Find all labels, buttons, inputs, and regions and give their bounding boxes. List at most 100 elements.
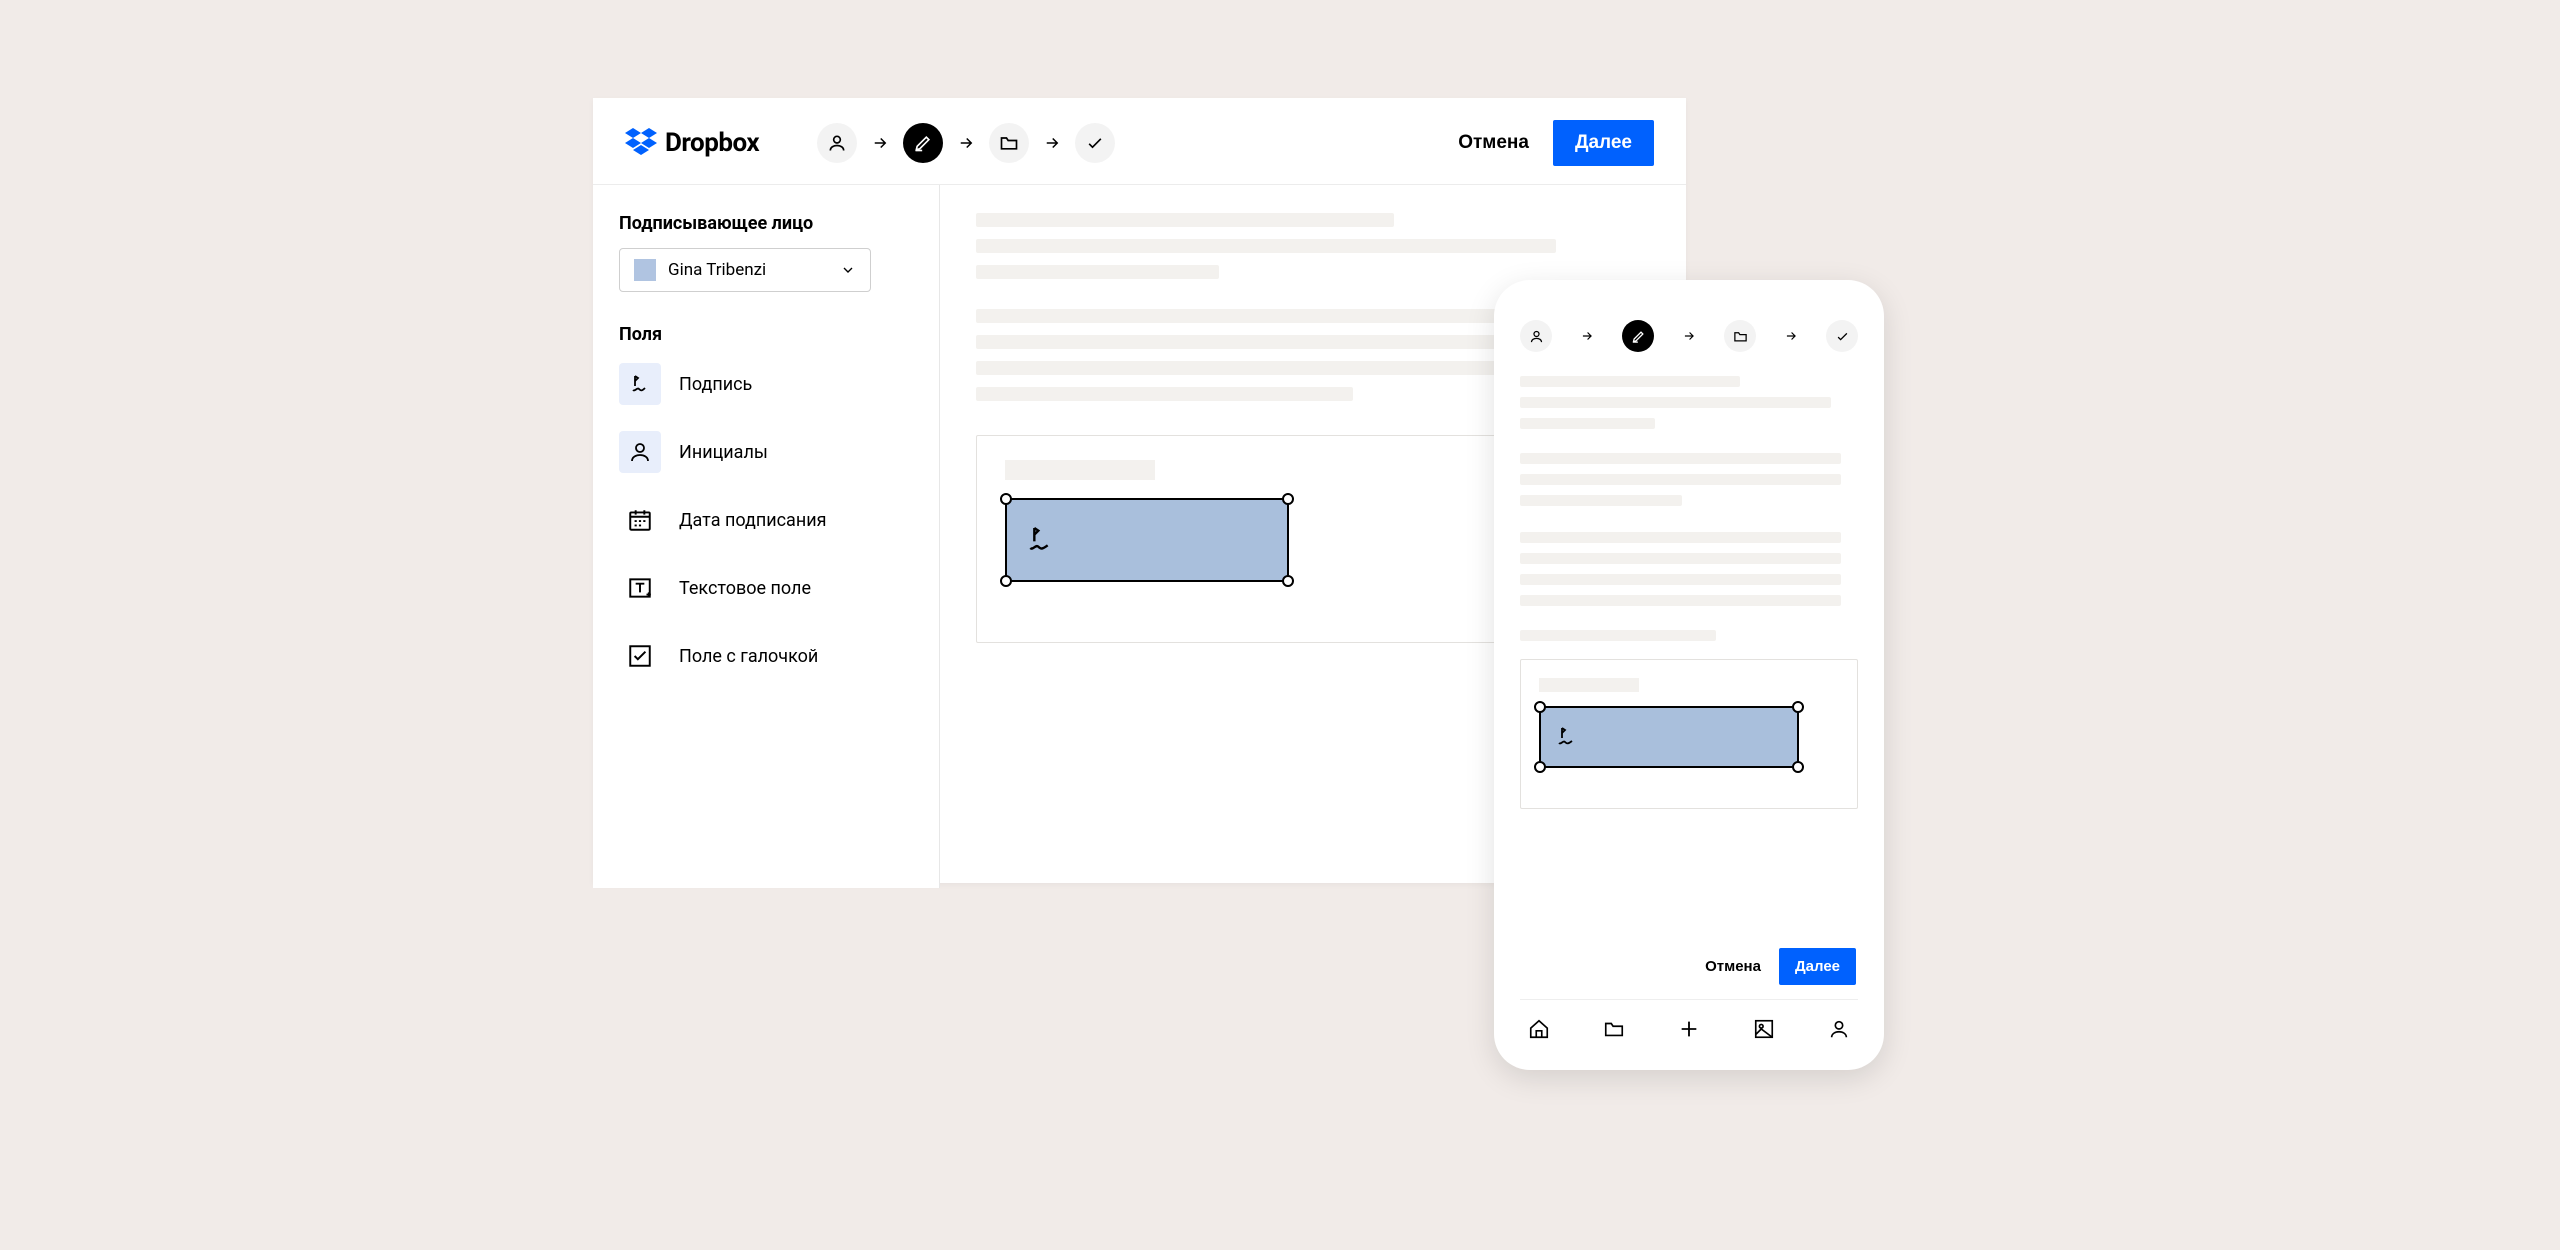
- step-save[interactable]: [1724, 320, 1756, 352]
- step-review[interactable]: [1826, 320, 1858, 352]
- text-placeholder: [976, 387, 1353, 401]
- next-button[interactable]: Далее: [1553, 120, 1654, 166]
- checkbox-icon: [619, 635, 661, 677]
- arrow-icon: [1784, 329, 1798, 343]
- folder-icon: [1603, 1018, 1625, 1040]
- initials-icon: [619, 431, 661, 473]
- arrow-icon: [957, 134, 975, 152]
- signer-name: Gina Tribenzi: [668, 260, 828, 280]
- fields-heading: Поля: [619, 324, 913, 345]
- tab-photos[interactable]: [1751, 1016, 1777, 1042]
- dropbox-icon: [625, 128, 657, 158]
- signature-field[interactable]: [1005, 498, 1289, 582]
- text-placeholder: [976, 265, 1219, 279]
- fields-list: Подпись Инициалы Дата подписания: [619, 363, 913, 677]
- next-button[interactable]: Далее: [1779, 948, 1856, 985]
- resize-handle[interactable]: [1792, 761, 1804, 773]
- plus-icon: [1678, 1018, 1700, 1040]
- field-label: Инициалы: [679, 442, 768, 463]
- field-label: Подпись: [679, 374, 752, 395]
- mobile-tabbar: [1520, 999, 1858, 1046]
- arrow-icon: [871, 134, 889, 152]
- check-icon: [1085, 133, 1105, 153]
- edit-icon: [1631, 329, 1646, 344]
- text-placeholder: [1520, 495, 1682, 506]
- check-icon: [1835, 329, 1850, 344]
- resize-handle[interactable]: [1792, 701, 1804, 713]
- text-placeholder: [1520, 574, 1841, 585]
- mobile-document: [1520, 376, 1858, 809]
- step-edit-active[interactable]: [1622, 320, 1654, 352]
- field-label: Поле с галочкой: [679, 646, 818, 667]
- signature-glyph-icon: [1025, 524, 1057, 556]
- text-placeholder: [1520, 630, 1716, 641]
- text-placeholder: [1520, 376, 1740, 387]
- text-placeholder: [1520, 532, 1841, 543]
- folder-icon: [1733, 329, 1748, 344]
- header-actions: Отмена Далее: [1458, 120, 1654, 166]
- text-placeholder: [976, 239, 1556, 253]
- field-textbox[interactable]: Текстовое поле: [619, 567, 913, 609]
- mobile-wizard-steps: [1520, 320, 1858, 352]
- brand-name: Dropbox: [665, 128, 759, 158]
- text-placeholder: [1520, 595, 1841, 606]
- mobile-device: Отмена Далее: [1494, 280, 1884, 1070]
- arrow-icon: [1682, 329, 1696, 343]
- signature-label-placeholder: [1539, 678, 1639, 692]
- resize-handle[interactable]: [1282, 575, 1294, 587]
- person-icon: [827, 133, 847, 153]
- image-icon: [1753, 1018, 1775, 1040]
- home-icon: [1528, 1018, 1550, 1040]
- resize-handle[interactable]: [1000, 493, 1012, 505]
- tab-home[interactable]: [1526, 1016, 1552, 1042]
- person-icon: [1529, 329, 1544, 344]
- arrow-icon: [1580, 329, 1594, 343]
- folder-icon: [999, 133, 1019, 153]
- cancel-button[interactable]: Отмена: [1458, 132, 1529, 154]
- step-signers[interactable]: [817, 123, 857, 163]
- sidebar: Подписывающее лицо Gina Tribenzi Поля По…: [593, 185, 940, 888]
- wizard-steps: [817, 123, 1115, 163]
- person-icon: [1828, 1018, 1850, 1040]
- field-signature[interactable]: Подпись: [619, 363, 913, 405]
- field-date[interactable]: Дата подписания: [619, 499, 913, 541]
- signer-dropdown[interactable]: Gina Tribenzi: [619, 248, 871, 292]
- signer-heading: Подписывающее лицо: [619, 213, 913, 234]
- text-placeholder: [1520, 397, 1831, 408]
- date-icon: [619, 499, 661, 541]
- signature-label-placeholder: [1005, 460, 1155, 480]
- field-checkbox[interactable]: Поле с галочкой: [619, 635, 913, 677]
- brand-logo: Dropbox: [625, 128, 759, 158]
- resize-handle[interactable]: [1534, 761, 1546, 773]
- signature-block: [1520, 659, 1858, 809]
- resize-handle[interactable]: [1282, 493, 1294, 505]
- text-placeholder: [1520, 418, 1655, 429]
- resize-handle[interactable]: [1534, 701, 1546, 713]
- text-placeholder: [1520, 553, 1841, 564]
- tab-files[interactable]: [1601, 1016, 1627, 1042]
- step-edit-active[interactable]: [903, 123, 943, 163]
- cancel-button[interactable]: Отмена: [1705, 958, 1761, 975]
- text-placeholder: [976, 213, 1394, 227]
- edit-icon: [913, 133, 933, 153]
- textbox-icon: [619, 567, 661, 609]
- step-signers[interactable]: [1520, 320, 1552, 352]
- step-review[interactable]: [1075, 123, 1115, 163]
- field-label: Текстовое поле: [679, 578, 811, 599]
- signature-icon: [619, 363, 661, 405]
- desktop-header: Dropbox Отмена Далее: [593, 98, 1686, 185]
- tab-add[interactable]: [1676, 1016, 1702, 1042]
- resize-handle[interactable]: [1000, 575, 1012, 587]
- tab-account[interactable]: [1826, 1016, 1852, 1042]
- text-placeholder: [1520, 474, 1841, 485]
- signature-glyph-icon: [1555, 725, 1579, 749]
- signer-color-swatch: [634, 259, 656, 281]
- arrow-icon: [1043, 134, 1061, 152]
- field-initials[interactable]: Инициалы: [619, 431, 913, 473]
- chevron-down-icon: [840, 262, 856, 278]
- text-placeholder: [1520, 453, 1841, 464]
- mobile-actions: Отмена Далее: [1520, 934, 1858, 999]
- step-save[interactable]: [989, 123, 1029, 163]
- field-label: Дата подписания: [679, 510, 826, 531]
- signature-field[interactable]: [1539, 706, 1799, 768]
